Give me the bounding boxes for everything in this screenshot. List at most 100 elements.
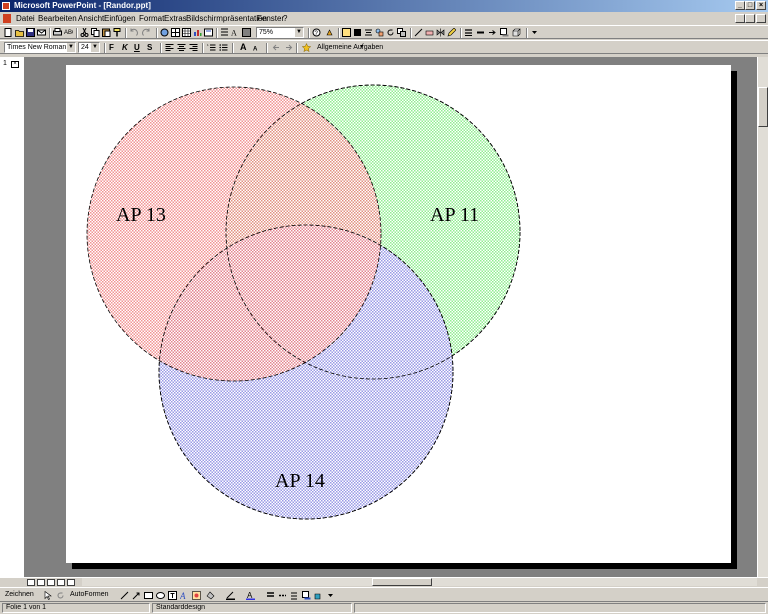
doc-restore-button[interactable] — [745, 14, 755, 23]
demote-icon[interactable] — [284, 43, 293, 52]
more-buttons-icon[interactable] — [530, 28, 539, 37]
rectangle-tool-icon[interactable] — [144, 591, 153, 600]
font-size-select[interactable]: 24 ▼ — [78, 42, 100, 53]
email-icon[interactable] — [37, 28, 46, 37]
align-icon[interactable] — [364, 28, 373, 37]
chevron-down-icon[interactable]: ▼ — [67, 43, 75, 52]
underline-button[interactable]: U — [134, 42, 140, 53]
promote-icon[interactable] — [272, 43, 281, 52]
copy-icon[interactable] — [91, 28, 100, 37]
animation-effects-icon[interactable] — [302, 43, 311, 52]
close-button[interactable]: × — [756, 1, 766, 10]
spelling-icon[interactable]: ABC — [64, 28, 73, 37]
redo-icon[interactable] — [142, 28, 151, 37]
open-folder-icon[interactable] — [15, 28, 24, 37]
web-toolbar-icon[interactable] — [342, 28, 351, 37]
oval-tool-icon[interactable] — [156, 591, 165, 600]
menu-file[interactable]: Datei — [16, 12, 35, 25]
chevron-down-icon[interactable]: ▼ — [295, 28, 303, 37]
label-ap13[interactable]: AP 13 — [116, 204, 166, 227]
shadow-button[interactable]: S — [147, 42, 152, 53]
autoshapes-menu-button[interactable]: AutoFormen — [70, 590, 109, 600]
minimize-button[interactable]: _ — [735, 1, 745, 10]
print-icon[interactable] — [53, 28, 62, 37]
expand-all-icon[interactable] — [220, 28, 229, 37]
fill-color-icon[interactable] — [206, 591, 215, 600]
menu-tools[interactable]: Extras — [164, 12, 187, 25]
numbering-icon[interactable]: 1 — [207, 43, 216, 52]
draw-table-icon[interactable] — [414, 28, 423, 37]
flip-icon[interactable] — [436, 28, 445, 37]
cut-icon[interactable] — [80, 28, 89, 37]
menu-format[interactable]: Format — [139, 12, 164, 25]
menu-edit[interactable]: Bearbeiten — [38, 12, 77, 25]
powerpoint-app-icon[interactable] — [2, 2, 10, 10]
circle-ap13[interactable] — [86, 86, 382, 382]
menu-view[interactable]: Ansicht — [78, 12, 104, 25]
menu-slideshow[interactable]: Bildschirmpräsentation — [186, 12, 267, 25]
save-icon[interactable] — [26, 28, 35, 37]
bullets-icon[interactable] — [219, 43, 228, 52]
paste-icon[interactable] — [102, 28, 111, 37]
pencil-icon[interactable] — [447, 28, 456, 37]
arrow-tool-icon[interactable] — [132, 591, 141, 600]
shadow-icon[interactable] — [500, 28, 509, 37]
new-document-icon[interactable] — [4, 28, 13, 37]
chevron-down-icon[interactable]: ▼ — [91, 43, 99, 52]
show-formatting-icon[interactable]: A — [231, 28, 240, 38]
grow-font-button[interactable]: A — [240, 42, 247, 53]
select-objects-icon[interactable] — [44, 591, 53, 600]
grayscale-icon[interactable] — [242, 28, 251, 37]
shadow-draw-icon[interactable] — [302, 591, 311, 600]
insert-table-icon[interactable] — [182, 28, 191, 37]
eraser-icon[interactable] — [425, 28, 434, 37]
free-rotate-icon[interactable] — [56, 591, 65, 600]
vertical-scrollbar[interactable] — [757, 57, 768, 577]
order-icon[interactable] — [397, 28, 406, 37]
zoom-select[interactable]: 75% ▼ — [256, 27, 304, 38]
format-painter-icon[interactable] — [113, 28, 122, 37]
text-box-icon[interactable] — [168, 591, 177, 600]
dash-style-draw-icon[interactable] — [278, 591, 287, 600]
hyperlink-icon[interactable] — [160, 28, 169, 37]
align-right-icon[interactable] — [189, 43, 198, 52]
3d-icon[interactable] — [512, 28, 521, 37]
undo-icon[interactable] — [129, 28, 138, 37]
normal-view-icon[interactable] — [27, 579, 35, 586]
font-color-icon[interactable]: A — [246, 591, 255, 600]
label-ap14[interactable]: AP 14 — [275, 470, 325, 493]
arrow-style-draw-icon[interactable] — [290, 591, 299, 600]
outline-pane[interactable]: 1 × — [0, 57, 25, 577]
clipart-icon[interactable] — [192, 591, 201, 600]
rotate-icon[interactable] — [386, 28, 395, 37]
slide-thumbnail-icon[interactable]: × — [11, 61, 19, 68]
slideshow-view-icon[interactable] — [67, 579, 75, 586]
menu-help[interactable]: ? — [283, 12, 287, 25]
dash-style-icon[interactable] — [476, 28, 485, 37]
group-icon[interactable] — [375, 28, 384, 37]
draw-menu-button[interactable]: Zeichnen — [5, 590, 34, 600]
menu-insert[interactable]: Einfügen — [104, 12, 136, 25]
insert-chart-icon[interactable] — [193, 28, 202, 37]
horizontal-scroll-thumb[interactable] — [372, 578, 432, 586]
shrink-font-icon[interactable]: A — [252, 43, 261, 53]
outline-view-icon[interactable] — [37, 579, 45, 586]
bold-button[interactable]: F — [109, 42, 114, 53]
arrow-style-icon[interactable] — [488, 28, 497, 37]
align-left-icon[interactable] — [165, 43, 174, 52]
3d-draw-icon[interactable] — [314, 591, 323, 600]
label-ap11[interactable]: AP 11 — [430, 204, 479, 227]
common-tasks-button[interactable]: Allgemeine Aufgaben — [317, 42, 383, 53]
more-draw-buttons-icon[interactable] — [326, 591, 335, 600]
doc-minimize-button[interactable] — [735, 14, 745, 23]
line-style-draw-icon[interactable] — [266, 591, 275, 600]
horizontal-scrollbar[interactable] — [82, 578, 757, 586]
wordart-icon[interactable]: A — [180, 591, 189, 600]
line-tool-icon[interactable] — [120, 591, 129, 600]
assistant-icon[interactable] — [325, 28, 334, 37]
font-name-select[interactable]: Times New Roman ▼ — [4, 42, 76, 53]
line-color-icon[interactable] — [226, 591, 235, 600]
chevron-down-icon[interactable]: ▾ — [360, 42, 363, 53]
slide-sorter-view-icon[interactable] — [57, 579, 65, 586]
new-slide-icon[interactable] — [204, 28, 213, 37]
